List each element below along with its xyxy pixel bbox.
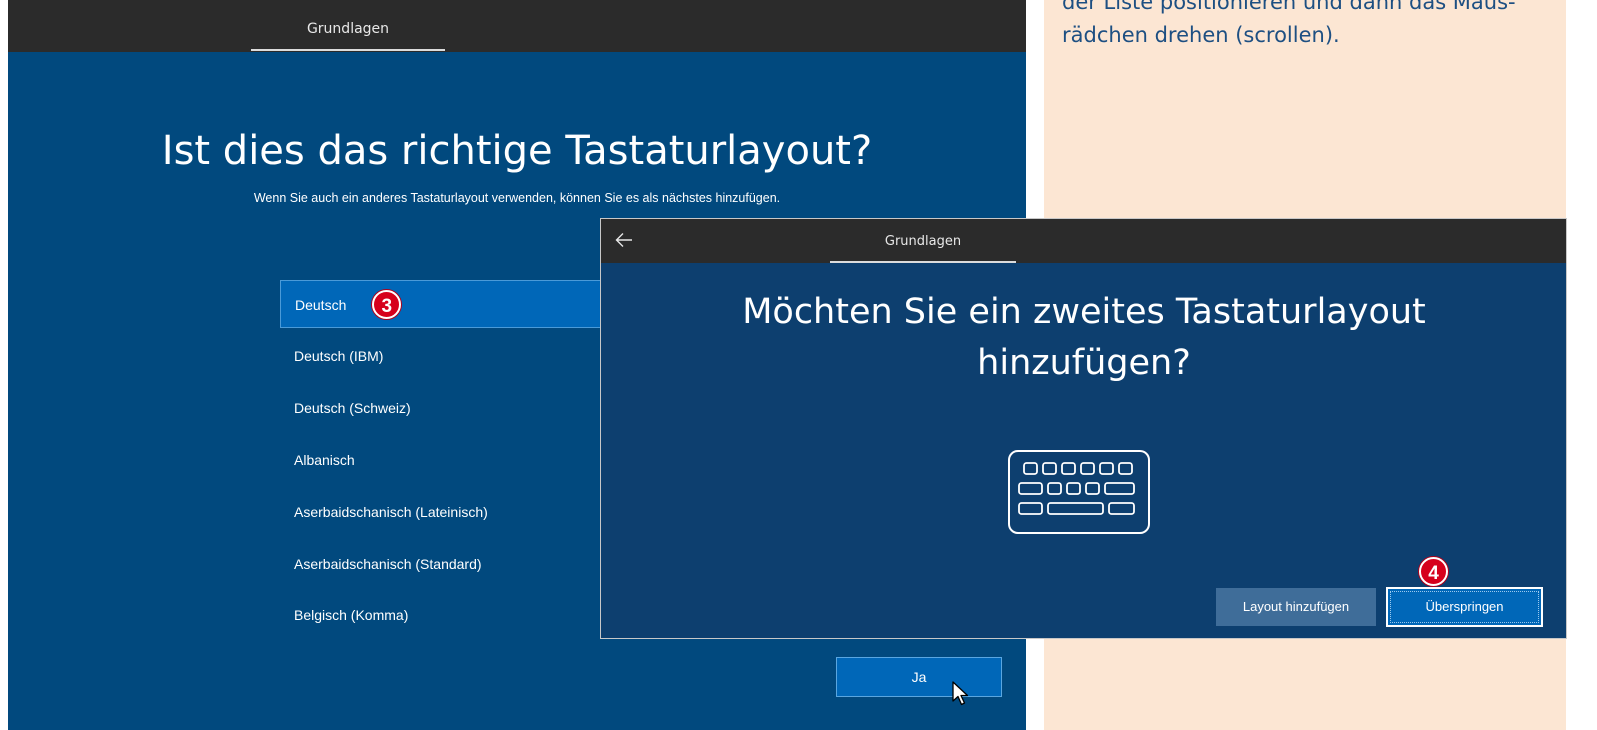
tab-underline (251, 49, 445, 51)
top-bar: Grundlagen (8, 0, 1026, 52)
add-layout-button[interactable]: Layout hinzufügen (1216, 588, 1376, 626)
layout-label: Deutsch (IBM) (294, 348, 384, 364)
page-title: Möchten Sie ein zweites Tastaturlayout h… (681, 287, 1487, 389)
second-layout-screen: Grundlagen Möchten Sie ein zweites Tasta… (600, 218, 1567, 639)
layout-label: Aserbaidschanisch (Standard) (294, 556, 482, 572)
tab-grundlagen: Grundlagen (884, 234, 962, 249)
step-badge: 4 (1419, 557, 1448, 586)
title-line: Möchten Sie ein zweites Tastaturlayout (742, 292, 1426, 332)
note-line: der Liste positionieren und dann das Mau… (1062, 0, 1516, 14)
layout-label: Deutsch (295, 297, 347, 313)
note-line: rädchen drehen (scrollen). (1062, 23, 1340, 47)
page-subtitle: Wenn Sie auch ein anderes Tastaturlayout… (253, 191, 781, 205)
layout-label: Belgisch (Komma) (294, 607, 409, 623)
layout-label: Aserbaidschanisch (Lateinisch) (294, 504, 488, 520)
mouse-pointer-icon (952, 681, 969, 706)
top-bar: Grundlagen (601, 219, 1566, 263)
title-line: hinzufügen? (977, 343, 1191, 383)
step-badge: 3 (372, 289, 402, 319)
note-text: der Liste positionieren und dann das Mau… (1062, 0, 1542, 52)
arrow-left-icon[interactable] (614, 230, 634, 250)
page-title: Ist dies das richtige Tastaturlayout? (161, 128, 873, 174)
yes-button[interactable]: Ja (836, 657, 1002, 697)
tab-underline (830, 261, 1016, 263)
keyboard-icon (1008, 450, 1150, 534)
tab-grundlagen: Grundlagen (306, 21, 390, 37)
layout-label: Deutsch (Schweiz) (294, 400, 411, 416)
layout-label: Albanisch (294, 452, 355, 468)
skip-button[interactable]: Überspringen (1386, 587, 1543, 627)
